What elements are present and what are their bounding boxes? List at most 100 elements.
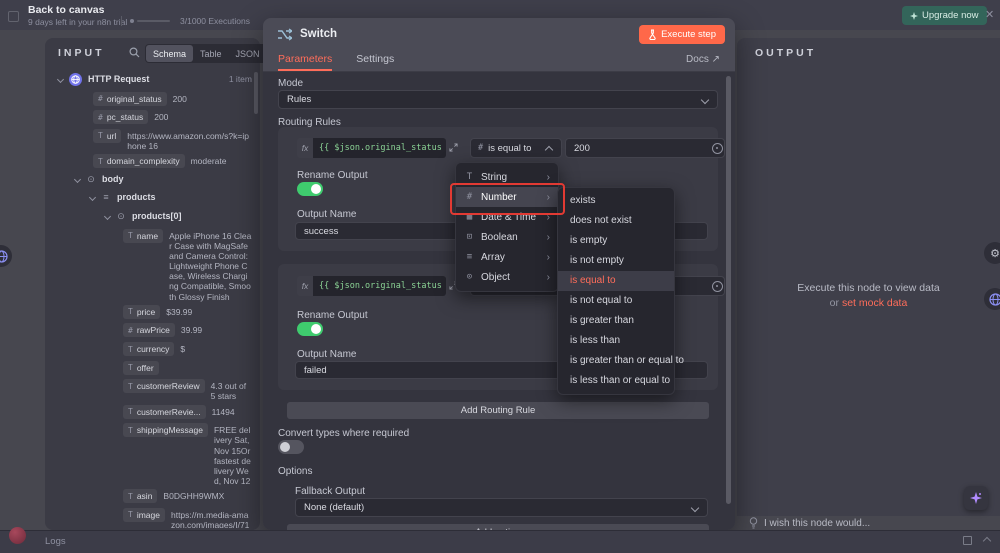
mode-select[interactable]: Rules [278, 90, 718, 109]
tab-settings[interactable]: Settings [356, 53, 394, 71]
field-chip[interactable]: Tprice [123, 305, 160, 319]
operator-item-is-not-equal-to[interactable]: is not equal to [558, 291, 674, 311]
convert-types-toggle[interactable] [278, 440, 304, 454]
chevron-down-icon[interactable] [89, 194, 96, 201]
upgrade-button[interactable]: Upgrade now [902, 6, 987, 25]
chevron-up-icon[interactable] [983, 536, 991, 544]
tab-schema[interactable]: Schema [146, 45, 193, 62]
chevron-right-icon: › [547, 272, 550, 283]
tree-row[interactable]: Turlhttps://www.amazon.com/s?k=iphone 16 [50, 126, 252, 151]
tree-row[interactable]: TcustomerRevie...11494 [50, 402, 252, 421]
target-dot-icon[interactable] [712, 281, 723, 292]
field-chip[interactable]: #rawPrice [123, 323, 175, 337]
tree-row[interactable]: Timagehttps://m.media-amazon.com/images/… [50, 505, 252, 528]
operator-item-is-not-empty[interactable]: is not empty [558, 251, 674, 271]
operator-item-is-equal-to[interactable]: is equal to [558, 271, 674, 291]
user-avatar[interactable] [9, 527, 26, 544]
tab-json[interactable]: JSON [229, 45, 267, 62]
compare-value-input[interactable]: 200 [565, 138, 725, 158]
type-menu-item-string[interactable]: TString› [456, 167, 558, 187]
operator-select[interactable]: # is equal to [470, 138, 562, 158]
field-chip[interactable]: Tcurrency [123, 342, 174, 356]
rename-output-toggle[interactable] [297, 322, 323, 336]
tree-row[interactable]: ⊙body [50, 170, 252, 189]
type-menu-item-object[interactable]: ⊙Object› [456, 267, 558, 287]
operator-item-does-not-exist[interactable]: does not exist [558, 211, 674, 231]
external-link-icon: ↗ [712, 54, 720, 65]
ai-assistant-button[interactable] [964, 486, 988, 510]
tree-row[interactable]: TcustomerReview4.3 out of 5 stars [50, 376, 252, 401]
field-chip[interactable]: Timage [123, 508, 165, 522]
field-chip[interactable]: #original_status [93, 92, 167, 106]
panel-layout-icon[interactable] [963, 536, 972, 545]
field-chip[interactable]: #pc_status [93, 110, 148, 124]
expression-fx-icon[interactable]: fx [297, 276, 313, 296]
tree-row[interactable]: Tdomain_complexitymoderate [50, 151, 252, 170]
close-icon[interactable]: ✕ [985, 8, 994, 21]
chevron-down-icon[interactable] [104, 213, 111, 220]
tab-table[interactable]: Table [193, 45, 229, 62]
docs-link[interactable]: Docs ↗ [686, 54, 720, 71]
field-chip[interactable]: Tname [123, 229, 163, 243]
execute-step-button[interactable]: Execute step [639, 25, 725, 44]
operator-item-is-greater-than[interactable]: is greater than [558, 311, 674, 331]
tree-row[interactable]: Toffer [50, 358, 252, 377]
chevron-right-icon: › [547, 172, 550, 183]
field-chip[interactable]: TshippingMessage [123, 423, 208, 437]
tree-row[interactable]: TshippingMessageFREE delivery Sat, Nov 1… [50, 420, 252, 486]
operator-item-is-empty[interactable]: is empty [558, 231, 674, 251]
node-feedback-row[interactable]: I wish this node would... [749, 517, 870, 529]
tree-row[interactable]: ⊙products[0] [50, 207, 252, 226]
input-scrollbar[interactable] [254, 72, 258, 114]
fallback-output-select[interactable]: None (default) [295, 498, 708, 517]
expression-fx-icon[interactable]: fx [297, 138, 313, 158]
tree-row[interactable]: HTTP Request1 item [50, 70, 252, 89]
set-mock-data-link[interactable]: set mock data [842, 297, 907, 309]
left-edge-globe-tab[interactable] [0, 245, 12, 267]
type-menu-item-date-time[interactable]: ▦Date & Time› [456, 207, 558, 227]
field-name: pc_status [107, 112, 143, 122]
field-name: domain_complexity [107, 156, 180, 166]
rename-output-toggle[interactable] [297, 182, 323, 196]
operator-item-is-less-than-or-equal-to[interactable]: is less than or equal to [558, 371, 674, 391]
tree-row[interactable]: Tprice$39.99 [50, 302, 252, 321]
dialog-scrollbar[interactable] [726, 76, 731, 504]
field-chip[interactable]: Toffer [123, 361, 159, 375]
add-routing-rule-button[interactable]: Add Routing Rule [287, 402, 709, 419]
search-icon[interactable] [129, 47, 140, 58]
tree-row[interactable]: #pc_status200 [50, 107, 252, 126]
field-chip[interactable]: TcustomerRevie... [123, 405, 206, 419]
topbar-checkbox-icon[interactable] [8, 11, 19, 22]
rule-expression-input[interactable]: {{ $json.original_status }} [313, 276, 446, 296]
menu-item-label: String [481, 172, 507, 183]
operator-item-is-greater-than-or-equal-to[interactable]: is greater than or equal to [558, 351, 674, 371]
logs-button[interactable]: Logs [45, 536, 66, 547]
type-menu-item-number[interactable]: #Number› [456, 187, 558, 207]
tree-row[interactable]: ≡products [50, 188, 252, 207]
field-chip[interactable]: TcustomerReview [123, 379, 205, 393]
field-chip[interactable]: Turl [93, 129, 121, 143]
tree-row[interactable]: Tcurrency$ [50, 339, 252, 358]
output-panel: OUTPUT Execute this node to view data or… [737, 38, 1000, 516]
operator-item-exists[interactable]: exists [558, 191, 674, 211]
type-menu-item-boolean[interactable]: ⊡Boolean› [456, 227, 558, 247]
tree-row[interactable]: TnameApple iPhone 16 Clear Case with Mag… [50, 226, 252, 302]
right-edge-settings-tab[interactable]: ⚙ [984, 242, 1000, 264]
tree-row[interactable]: #original_status200 [50, 89, 252, 108]
expand-expression-icon[interactable] [449, 143, 458, 152]
chevron-down-icon[interactable] [57, 76, 64, 83]
chevron-down-icon[interactable] [74, 176, 81, 183]
string-type-icon: T [128, 231, 133, 240]
field-chip[interactable]: Tasin [123, 489, 157, 503]
type-menu-item-array[interactable]: ≡Array› [456, 247, 558, 267]
object-icon: ⊙ [116, 210, 126, 223]
field-chip[interactable]: Tdomain_complexity [93, 154, 185, 168]
target-dot-icon[interactable] [712, 143, 723, 154]
rule-expression-input[interactable]: {{ $json.original_status }} [313, 138, 446, 158]
tree-row[interactable]: #rawPrice39.99 [50, 320, 252, 339]
operator-item-is-less-than[interactable]: is less than [558, 331, 674, 351]
back-to-canvas-link[interactable]: Back to canvas [28, 4, 104, 16]
tab-parameters[interactable]: Parameters [278, 53, 332, 71]
right-edge-globe-tab[interactable] [984, 288, 1000, 310]
tree-row[interactable]: TasinB0DGHH9WMX [50, 486, 252, 505]
